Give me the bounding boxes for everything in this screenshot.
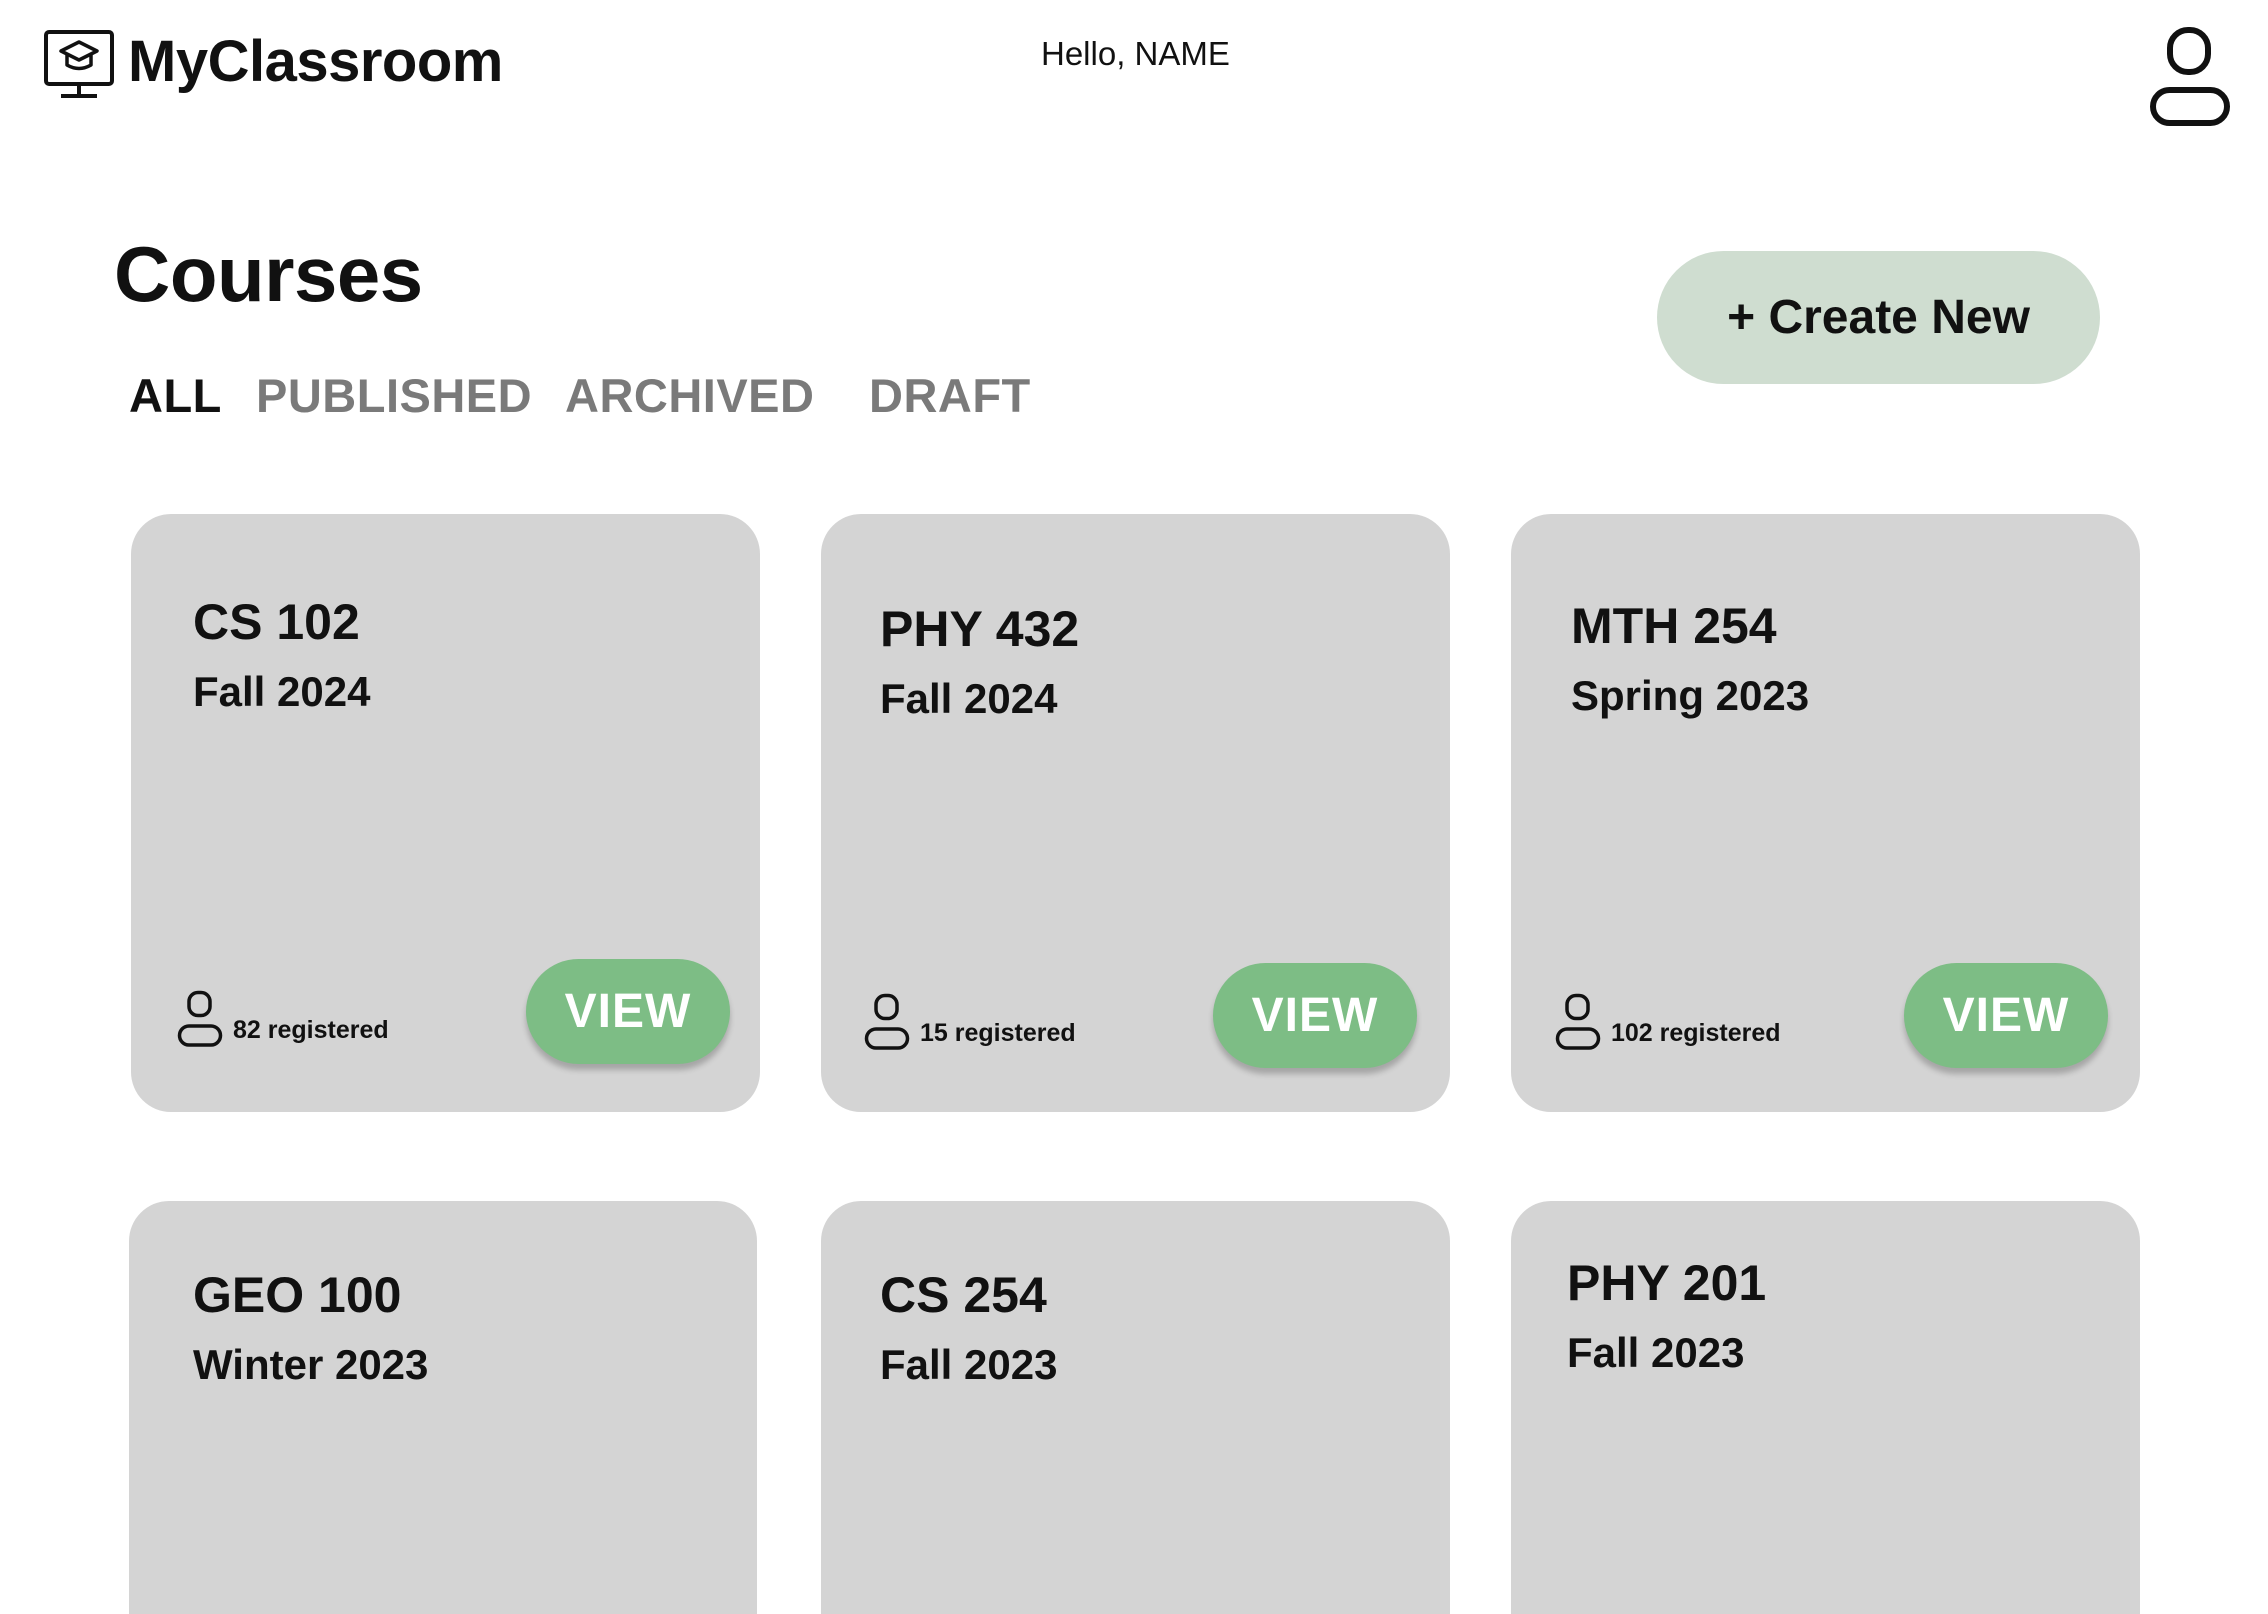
course-card[interactable]: GEO 100 Winter 2023	[129, 1201, 757, 1614]
app-name: MyClassroom	[128, 29, 503, 94]
user-icon	[864, 993, 910, 1050]
course-code: PHY 201	[1567, 1255, 1767, 1311]
courses-page: MyClassroom Hello, NAME Courses ALL PUBL…	[0, 0, 2268, 1614]
registered-count: 102 registered	[1555, 993, 1781, 1051]
user-icon	[1555, 993, 1601, 1050]
tab-all[interactable]: ALL	[129, 364, 222, 428]
course-code: CS 254	[880, 1267, 1047, 1323]
user-icon[interactable]	[2148, 26, 2232, 130]
registered-label: 15 registered	[920, 1019, 1076, 1047]
course-term: Fall 2024	[880, 675, 1058, 722]
course-card[interactable]: CS 102 Fall 2024 82 registered VIEW	[131, 514, 760, 1112]
course-card[interactable]: PHY 201 Fall 2023	[1511, 1201, 2140, 1614]
course-code: MTH 254	[1571, 598, 1777, 654]
view-button[interactable]: VIEW	[1213, 963, 1417, 1068]
tab-published[interactable]: PUBLISHED	[256, 364, 532, 428]
course-term: Winter 2023	[193, 1341, 429, 1388]
classroom-monitor-icon	[44, 30, 114, 98]
course-term: Spring 2023	[1571, 672, 1810, 719]
greeting-text: Hello, NAME	[1041, 35, 1230, 72]
course-term: Fall 2023	[1567, 1329, 1745, 1376]
course-card[interactable]: MTH 254 Spring 2023 102 registered VIEW	[1511, 514, 2140, 1112]
course-card[interactable]: PHY 432 Fall 2024 15 registered VIEW	[821, 514, 1450, 1112]
course-term: Fall 2023	[880, 1341, 1058, 1388]
tab-draft[interactable]: DRAFT	[869, 364, 1031, 428]
user-icon	[177, 990, 223, 1047]
tab-archived[interactable]: ARCHIVED	[565, 364, 814, 428]
page-title: Courses	[114, 230, 423, 318]
view-button[interactable]: VIEW	[1904, 963, 2108, 1068]
create-new-button[interactable]: + Create New	[1657, 251, 2100, 384]
registered-count: 15 registered	[864, 993, 1076, 1051]
registered-label: 102 registered	[1611, 1019, 1781, 1047]
registered-count: 82 registered	[177, 990, 389, 1048]
course-term: Fall 2024	[193, 668, 371, 715]
course-code: GEO 100	[193, 1267, 402, 1323]
course-code: CS 102	[193, 594, 360, 650]
registered-label: 82 registered	[233, 1016, 389, 1044]
course-code: PHY 432	[880, 601, 1080, 657]
course-card[interactable]: CS 254 Fall 2023	[821, 1201, 1450, 1614]
view-button[interactable]: VIEW	[526, 959, 730, 1064]
